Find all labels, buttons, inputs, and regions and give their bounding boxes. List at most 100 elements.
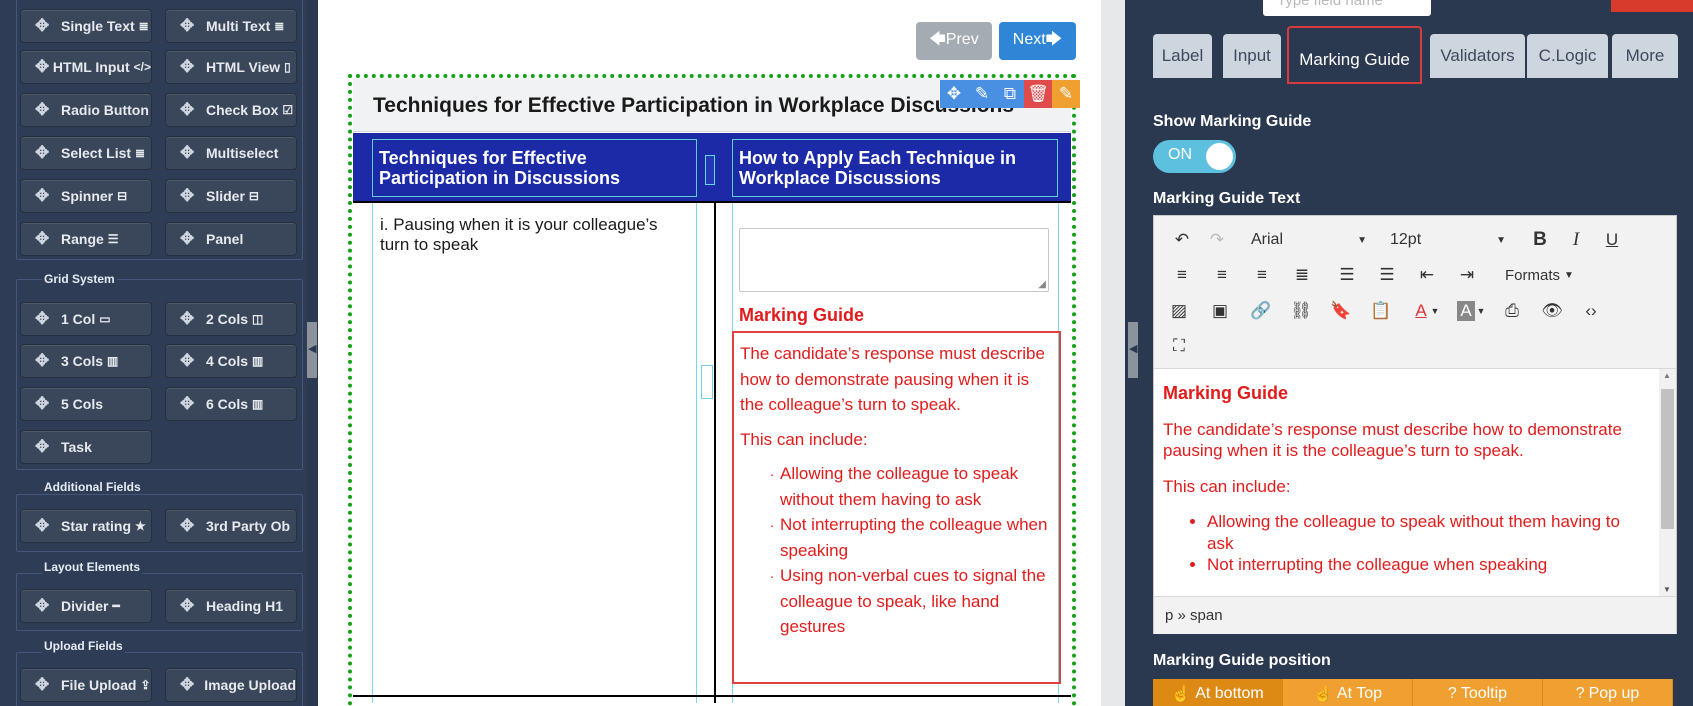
file-icon: ▯ — [284, 60, 291, 74]
underline-icon[interactable]: U — [1597, 226, 1627, 254]
move-icon: ✥ — [180, 100, 195, 119]
position-tooltip-button[interactable]: ? Tooltip — [1413, 679, 1543, 706]
preview-icon[interactable]: 👁 — [1537, 297, 1567, 325]
tab-input[interactable]: Input — [1223, 34, 1281, 78]
bookmark-icon[interactable]: 🔖 — [1326, 297, 1356, 325]
align-justify-icon[interactable]: ≣ — [1287, 261, 1317, 289]
move-icon: ✥ — [180, 57, 195, 76]
move-icon: ✥ — [180, 309, 195, 328]
tool-5-cols[interactable]: ✥ 5 Cols — [20, 387, 152, 421]
scroll-up-icon[interactable]: ▲ — [1663, 371, 1671, 380]
fullscreen-icon[interactable]: ⛶ — [1164, 332, 1194, 360]
font-size-select[interactable]: 12pt ▼ — [1390, 226, 1506, 254]
column-resize-grip[interactable] — [701, 365, 713, 399]
copy-icon[interactable]: ⧉ — [996, 80, 1024, 108]
column-resize-grip[interactable] — [705, 155, 715, 185]
answer-textarea[interactable]: ◢ — [739, 228, 1049, 292]
right-panel-collapse-handle[interactable]: ◀ — [1128, 322, 1138, 378]
move-icon: ✥ — [180, 16, 195, 35]
tool-single-text[interactable]: ✥ Single Text ≣ — [20, 9, 152, 43]
tool-heading-h1[interactable]: ✥ Heading H1 — [165, 589, 297, 623]
editor-paragraph: The candidate’s response must describe h… — [1163, 419, 1622, 461]
prev-button[interactable]: 🡄Prev — [916, 22, 992, 60]
bullet-list-icon[interactable]: ☰ — [1332, 261, 1362, 289]
left-panel-collapse-handle[interactable]: ◀ — [307, 322, 317, 378]
scroll-thumb[interactable] — [1661, 389, 1674, 529]
image-icon[interactable]: ▨ — [1164, 297, 1194, 325]
tool-4-cols[interactable]: ✥ 4 Cols ▥ — [165, 344, 297, 378]
editor-scrollbar[interactable]: ▲ ▼ — [1659, 368, 1676, 596]
tool-star-rating[interactable]: ✥ Star rating ★ — [20, 509, 152, 543]
tool-panel[interactable]: ✥ Panel — [165, 222, 297, 256]
tool-3-cols[interactable]: ✥ 3 Cols ▥ — [20, 344, 152, 378]
font-family-select[interactable]: Arial ▼ — [1251, 226, 1367, 254]
tool-file-upload[interactable]: ✥ File Upload ⇪ — [20, 668, 152, 702]
tool-select-list[interactable]: ✥ Select List ≣ — [20, 136, 152, 170]
tool-multi-text[interactable]: ✥ Multi Text ≣ — [165, 9, 297, 43]
formats-dropdown[interactable]: Formats ▼ — [1505, 261, 1585, 289]
undo-icon[interactable]: ↶ — [1167, 226, 1197, 254]
tool-3rd-party-ob[interactable]: ✥ 3rd Party Ob — [165, 509, 297, 543]
tab-label[interactable]: Label — [1153, 34, 1212, 78]
media-icon[interactable]: ▣ — [1205, 297, 1235, 325]
resize-grip-icon[interactable]: ◢ — [1038, 279, 1046, 290]
tab-validators[interactable]: Validators — [1430, 34, 1525, 78]
next-button[interactable]: Next🡆 — [999, 22, 1076, 60]
position-at-bottom-button[interactable]: ☝ At bottom — [1153, 679, 1283, 706]
tab-marking-guide[interactable]: Marking Guide — [1287, 26, 1422, 84]
italic-icon[interactable]: I — [1561, 226, 1591, 254]
paste-icon[interactable]: 📋 — [1366, 297, 1396, 325]
tool-1-col[interactable]: ✥ 1 Col ▭ — [20, 302, 152, 336]
scroll-down-icon[interactable]: ▼ — [1663, 585, 1671, 594]
chevron-left-icon: ◀ — [308, 343, 317, 355]
unlink-icon[interactable]: ⛓ — [1286, 297, 1316, 325]
indent-icon[interactable]: ⇥ — [1452, 261, 1482, 289]
outdent-icon[interactable]: ⇤ — [1412, 261, 1442, 289]
tab-more[interactable]: More — [1612, 34, 1678, 78]
element-path: p » span — [1165, 607, 1223, 624]
tool-slider[interactable]: ✥ Slider ⊟ — [165, 179, 297, 213]
move-icon: ✥ — [35, 675, 50, 694]
redo-icon[interactable]: ↷ — [1202, 226, 1232, 254]
position-pop-up-button[interactable]: ? Pop up — [1543, 679, 1673, 706]
tool-2-cols[interactable]: ✥ 2 Cols ◫ — [165, 302, 297, 336]
link-icon[interactable]: 🔗 — [1246, 297, 1276, 325]
print-icon[interactable]: ⎙ — [1497, 297, 1527, 325]
tool-divider[interactable]: ✥ Divider ━ — [20, 589, 152, 623]
edit-icon[interactable]: ✎ — [968, 80, 996, 108]
upload-icon: ⇪ — [140, 678, 151, 692]
tool-html-view[interactable]: ✥ HTML View ▯ — [165, 50, 297, 84]
minus-icon: ━ — [112, 599, 120, 613]
tool-task[interactable]: ✥ Task — [20, 430, 152, 464]
checkbox-icon: ☑ — [282, 103, 294, 117]
caret-down-icon[interactable]: ▼ — [1474, 297, 1488, 325]
caret-down-icon: ▼ — [1357, 234, 1367, 246]
source-code-icon[interactable]: ‹› — [1576, 297, 1606, 325]
position-at-top-button[interactable]: ☝ At Top — [1283, 679, 1413, 706]
tool-spinner[interactable]: ✥ Spinner ⊟ — [20, 179, 152, 213]
tool-html-input[interactable]: ✥ HTML Input </> — [20, 50, 152, 84]
caret-down-icon[interactable]: ▼ — [1428, 297, 1442, 325]
delete-icon[interactable]: 🗑 — [1024, 80, 1052, 108]
editor-paragraph: This can include: — [1163, 476, 1291, 496]
edit-alt-icon[interactable]: ✎ — [1052, 80, 1080, 108]
tool-radio-button[interactable]: ✥ Radio Button — [20, 93, 152, 127]
move-icon[interactable]: ✥ — [940, 80, 968, 108]
tool-6-cols[interactable]: ✥ 6 Cols ▥ — [165, 387, 297, 421]
field-name-input[interactable]: Type field name — [1263, 0, 1431, 16]
align-right-icon[interactable]: ≡ — [1247, 261, 1277, 289]
tool-range[interactable]: ✥ Range ☰ — [20, 222, 152, 256]
additional-fields-title: Additional Fields — [42, 480, 143, 494]
column-header-techniques: Techniques for Effective Participation i… — [372, 139, 697, 197]
tab-c-logic[interactable]: C.Logic — [1527, 34, 1608, 78]
editor-content[interactable]: Marking Guide The candidate’s response m… — [1154, 368, 1659, 596]
align-left-icon[interactable]: ≡ — [1167, 261, 1197, 289]
top-action-button[interactable] — [1611, 0, 1693, 12]
align-center-icon[interactable]: ≡ — [1207, 261, 1237, 289]
show-marking-guide-toggle[interactable]: ON — [1153, 140, 1236, 173]
tool-multiselect[interactable]: ✥ Multiselect — [165, 136, 297, 170]
bold-icon[interactable]: B — [1525, 226, 1555, 254]
tool-image-upload[interactable]: ✥ Image Upload — [165, 668, 297, 702]
numbered-list-icon[interactable]: ☰ — [1372, 261, 1402, 289]
tool-check-box[interactable]: ✥ Check Box ☑ — [165, 93, 297, 127]
